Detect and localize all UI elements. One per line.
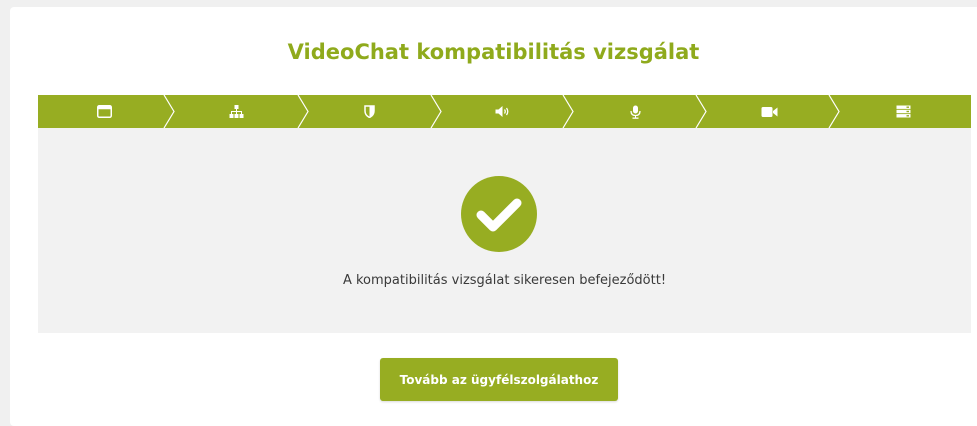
compatibility-card: VideoChat kompatibilitás vizsgálat A kom…	[10, 7, 977, 426]
step-camera	[702, 95, 836, 128]
browser-window-icon	[96, 105, 112, 118]
step-network	[170, 95, 302, 128]
shield-icon	[363, 105, 375, 118]
step-microphone	[569, 95, 702, 128]
network-icon	[229, 105, 243, 118]
page-title: VideoChat kompatibilitás vizsgálat	[287, 40, 700, 64]
microphone-icon	[630, 105, 641, 119]
video-camera-icon	[761, 106, 777, 117]
step-progress-bar	[38, 95, 971, 128]
step-security	[302, 95, 436, 128]
step-server	[836, 95, 971, 128]
server-icon	[896, 105, 911, 118]
result-panel: A kompatibilitás vizsgálat sikeresen bef…	[38, 128, 971, 333]
checkmark-circle-icon	[461, 176, 537, 252]
success-message: A kompatibilitás vizsgálat sikeresen bef…	[342, 273, 667, 288]
step-browser	[38, 95, 170, 128]
step-speaker	[436, 95, 569, 128]
speaker-icon	[495, 106, 508, 117]
continue-to-support-button[interactable]: Tovább az ügyfélszolgálathoz	[380, 358, 618, 401]
